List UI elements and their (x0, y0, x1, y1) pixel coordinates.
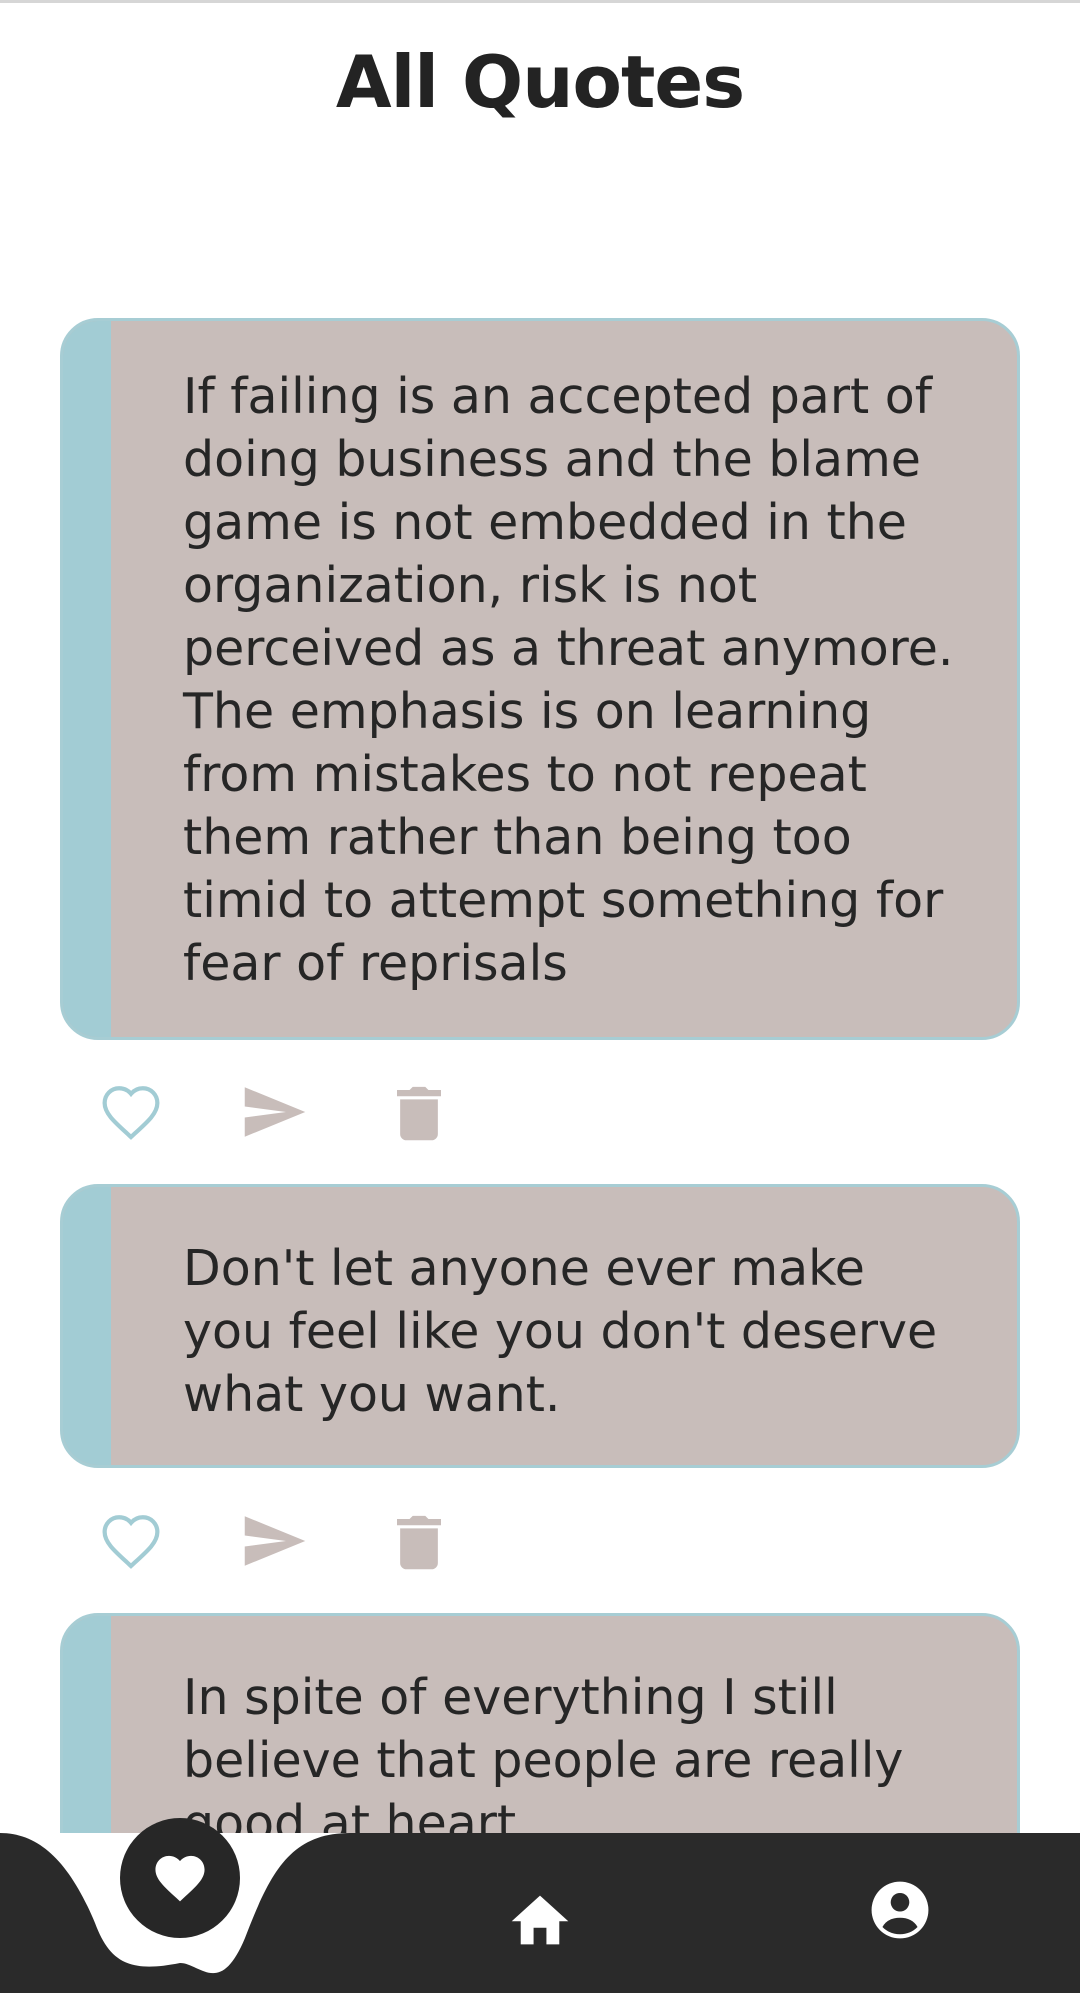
trash-icon (397, 1086, 441, 1141)
quote-text: If failing is an accepted part of doing … (183, 368, 954, 992)
delete-button[interactable] (384, 1077, 454, 1147)
home-icon (511, 1895, 569, 1945)
share-button[interactable] (240, 1077, 310, 1147)
quote-actions (96, 1077, 496, 1147)
heart-outline-icon (102, 1086, 160, 1140)
quote-text: Don't let anyone ever make you feel like… (183, 1240, 938, 1423)
nav-home-button[interactable] (500, 1880, 580, 1960)
quote-accent-bar (63, 1187, 111, 1465)
quote-accent-bar (63, 1616, 111, 1833)
quote-text: In spite of everything I still believe t… (183, 1669, 904, 1833)
quote-accent-bar (63, 321, 111, 1037)
nav-favorites-button[interactable] (120, 1818, 240, 1938)
heart-outline-icon (102, 1515, 160, 1569)
quote-card: Don't let anyone ever make you feel like… (60, 1184, 1020, 1468)
quote-card: In spite of everything I still believe t… (60, 1613, 1020, 1833)
quote-card: If failing is an accepted part of doing … (60, 318, 1020, 1040)
send-icon (244, 1516, 306, 1566)
send-icon (244, 1087, 306, 1137)
trash-icon (397, 1515, 441, 1570)
account-circle-icon (871, 1881, 929, 1939)
page-title: All Quotes (335, 40, 745, 124)
quote-list[interactable]: All Quotes If failing is an accepted par… (0, 0, 1080, 1833)
delete-button[interactable] (384, 1506, 454, 1576)
like-button[interactable] (96, 1077, 166, 1147)
nav-profile-button[interactable] (860, 1870, 940, 1950)
heart-icon (155, 1855, 205, 1902)
share-button[interactable] (240, 1506, 310, 1576)
like-button[interactable] (96, 1506, 166, 1576)
quote-actions (96, 1506, 496, 1576)
